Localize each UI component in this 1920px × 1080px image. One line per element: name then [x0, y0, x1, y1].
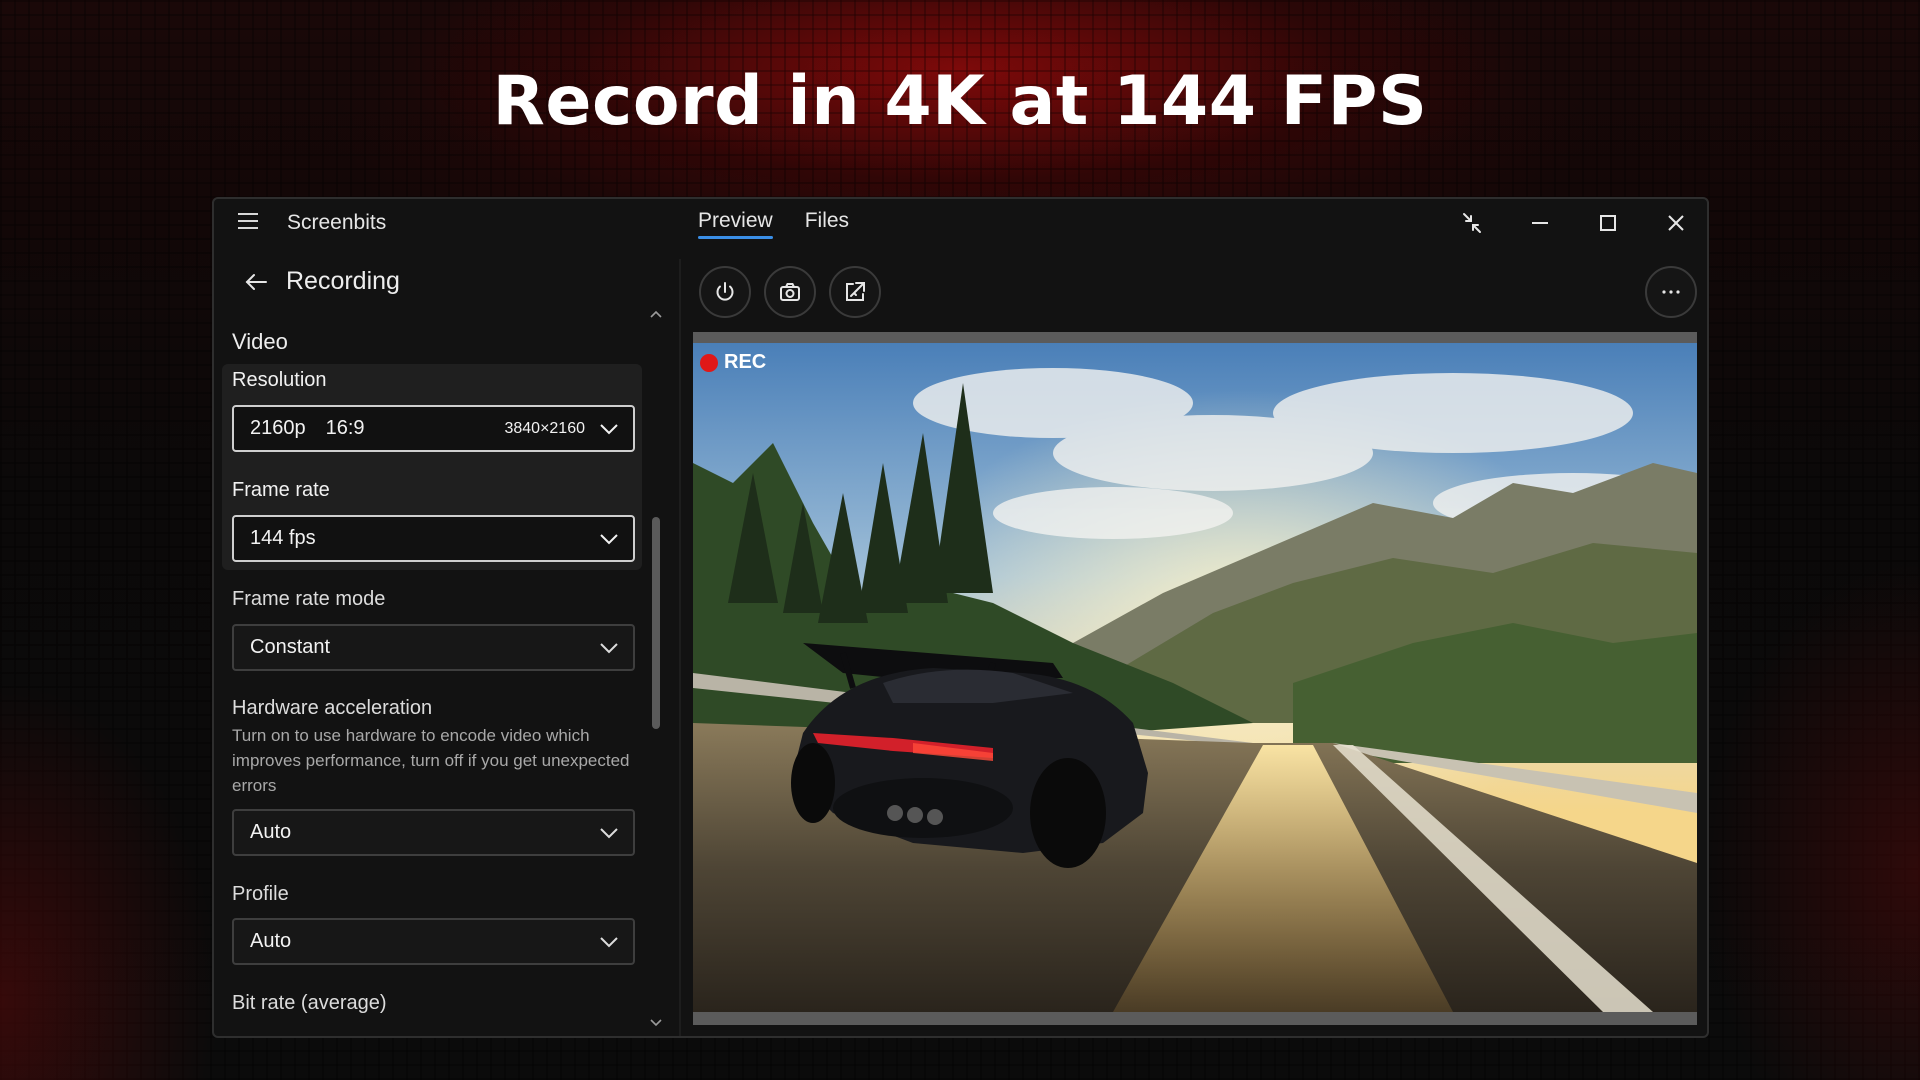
rec-indicator: REC [700, 351, 766, 374]
chevron-up-icon[interactable] [649, 309, 663, 319]
page-title: Recording [286, 267, 400, 295]
chevron-down-icon [600, 423, 618, 434]
chevron-down-icon [600, 642, 618, 653]
preview-image: REC [693, 343, 1697, 1012]
back-row: Recording [244, 267, 400, 296]
headline: Record in 4K at 144 FPS [492, 62, 1428, 141]
chevron-down-icon [600, 533, 618, 544]
tab-preview[interactable]: Preview [698, 207, 773, 239]
resolution-dropdown[interactable]: 2160p 16:9 3840×2160 [232, 405, 635, 452]
resolution-pixels: 3840×2160 [504, 419, 585, 437]
hardware-acceleration-dropdown[interactable]: Auto [232, 809, 635, 856]
chevron-down-icon[interactable] [649, 1018, 663, 1028]
title-bar: Screenbits Preview Files [214, 199, 1707, 249]
frame-rate-value: 144 fps [250, 527, 316, 549]
frame-rate-mode-label: Frame rate mode [232, 588, 386, 610]
screenshot-button[interactable] [764, 266, 816, 318]
profile-label: Profile [232, 883, 289, 905]
panel-divider [679, 259, 681, 1036]
hardware-acceleration-label: Hardware acceleration [232, 697, 433, 719]
frame-rate-dropdown[interactable]: 144 fps [232, 515, 635, 562]
frame-rate-mode-value: Constant [250, 636, 331, 658]
rec-label: REC [724, 351, 767, 373]
tab-bar: Preview Files [698, 207, 849, 239]
minimize-icon[interactable] [1522, 207, 1558, 239]
back-arrow-icon[interactable] [244, 272, 268, 292]
tab-files[interactable]: Files [805, 207, 849, 239]
settings-panel: Recording Video Resolution 2160p 16:9 38… [214, 249, 679, 1036]
chevron-down-icon [600, 936, 618, 947]
resolution-value: 2160p [250, 417, 306, 439]
scrollbar-thumb[interactable] [652, 517, 660, 729]
app-window: Screenbits Preview Files Recording Video… [212, 197, 1709, 1038]
frame-rate-label: Frame rate [232, 479, 330, 501]
maximize-icon[interactable] [1590, 207, 1626, 239]
profile-dropdown[interactable]: Auto [232, 918, 635, 965]
compact-overlay-icon[interactable] [1454, 207, 1490, 239]
more-button[interactable] [1645, 266, 1697, 318]
close-icon[interactable] [1658, 207, 1694, 239]
preview-frame: REC [693, 332, 1697, 1025]
popout-icon [846, 282, 865, 301]
resolution-label: Resolution [232, 369, 327, 391]
power-button[interactable] [699, 266, 751, 318]
chevron-down-icon [600, 827, 618, 838]
background-glow-right [1700, 560, 1920, 1080]
camera-icon [780, 283, 800, 301]
frame-rate-mode-dropdown[interactable]: Constant [232, 624, 635, 671]
bit-rate-label: Bit rate (average) [232, 992, 387, 1014]
power-icon [716, 282, 734, 301]
menu-icon[interactable] [238, 213, 258, 229]
record-dot-icon [700, 353, 718, 372]
profile-value: Auto [250, 930, 292, 952]
section-title-video: Video [232, 329, 288, 354]
more-icon [1662, 290, 1680, 294]
popout-button[interactable] [829, 266, 881, 318]
resolution-aspect: 16:9 [325, 417, 365, 439]
hardware-acceleration-description: Turn on to use hardware to encode video … [232, 726, 630, 795]
background-glow-left [0, 680, 220, 1080]
hardware-acceleration-value: Auto [250, 821, 292, 843]
app-name: Screenbits [287, 211, 387, 234]
settings-scrollbar[interactable] [649, 301, 663, 1036]
